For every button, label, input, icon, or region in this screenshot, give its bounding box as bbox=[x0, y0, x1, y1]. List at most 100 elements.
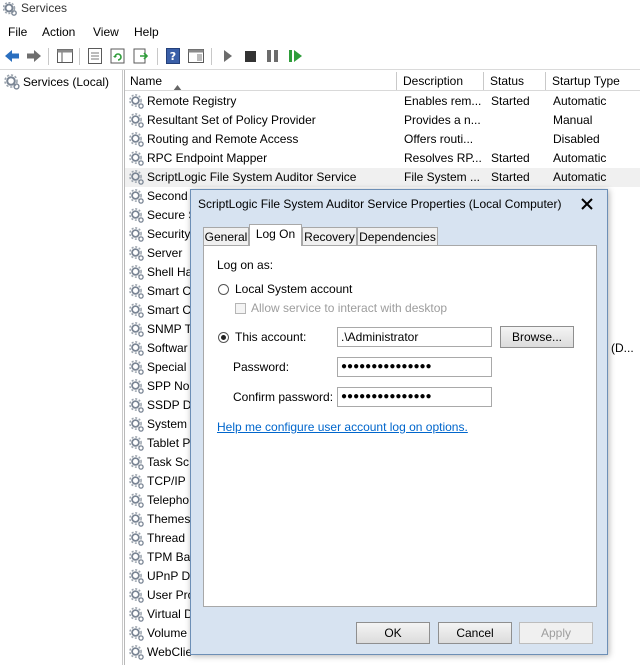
service-gear-icon bbox=[129, 208, 144, 223]
this-account-radio[interactable] bbox=[218, 332, 229, 343]
menu-view[interactable]: View bbox=[93, 25, 119, 39]
service-description-cell: Resolves RP... bbox=[404, 151, 482, 165]
console-pane-icon[interactable] bbox=[186, 45, 206, 67]
pause-service-icon[interactable] bbox=[262, 45, 282, 67]
menu-bar: File Action View Help bbox=[0, 22, 640, 42]
tab-recovery[interactable]: Recovery bbox=[302, 227, 357, 245]
service-gear-icon bbox=[129, 626, 144, 641]
service-startup-cell: Automatic bbox=[553, 94, 607, 108]
service-gear-icon bbox=[129, 569, 144, 584]
service-gear-icon bbox=[129, 379, 144, 394]
this-account-label[interactable]: This account: bbox=[235, 330, 306, 344]
account-name-input[interactable]: .\Administrator bbox=[337, 327, 492, 347]
service-name-cell: Softwar bbox=[147, 341, 188, 355]
service-gear-icon bbox=[129, 512, 144, 527]
allow-interact-label: Allow service to interact with desktop bbox=[251, 301, 448, 315]
local-system-label[interactable]: Local System account bbox=[235, 282, 352, 296]
show-hide-tree-icon[interactable] bbox=[55, 45, 75, 67]
tab-dependencies[interactable]: Dependencies bbox=[357, 227, 438, 245]
allow-interact-checkbox bbox=[235, 303, 246, 314]
apply-button[interactable]: Apply bbox=[519, 622, 593, 644]
menu-file[interactable]: File bbox=[8, 25, 27, 39]
log-on-panel: Log on as: Local System account Allow se… bbox=[203, 245, 597, 607]
service-name-cell: WebClie bbox=[147, 645, 193, 659]
service-name-cell: Routing and Remote Access bbox=[147, 132, 299, 146]
table-row[interactable]: ScriptLogic File System Auditor Service F… bbox=[125, 168, 640, 187]
service-startup-cell: Disabled bbox=[553, 132, 600, 146]
column-header-name[interactable]: Name bbox=[125, 72, 397, 91]
export-list-icon[interactable] bbox=[131, 45, 151, 67]
restart-service-icon[interactable] bbox=[285, 45, 305, 67]
forward-icon[interactable] bbox=[24, 45, 44, 67]
service-status-cell: Started bbox=[491, 94, 530, 108]
stop-service-icon[interactable] bbox=[240, 45, 260, 67]
help-configure-logon-link[interactable]: Help me configure user account log on op… bbox=[217, 420, 468, 434]
service-name-cell: Telepho bbox=[147, 493, 190, 507]
ok-button[interactable]: OK bbox=[356, 622, 430, 644]
table-row[interactable]: Routing and Remote Access Offers routi...… bbox=[125, 130, 640, 149]
service-name-cell: Tablet P bbox=[147, 436, 191, 450]
column-header-startup-type[interactable]: Startup Type bbox=[547, 72, 640, 90]
confirm-password-label: Confirm password: bbox=[233, 390, 334, 404]
service-description-cell: Offers routi... bbox=[404, 132, 474, 146]
properties-icon[interactable] bbox=[85, 45, 105, 67]
service-name-cell: Virtual D bbox=[147, 607, 193, 621]
service-gear-icon bbox=[129, 341, 144, 356]
service-gear-icon bbox=[129, 531, 144, 546]
help-icon[interactable]: ? bbox=[163, 45, 183, 67]
service-status-cell: Started bbox=[491, 151, 530, 165]
service-gear-icon bbox=[129, 322, 144, 337]
menu-help[interactable]: Help bbox=[134, 25, 159, 39]
service-gear-icon bbox=[129, 645, 144, 660]
service-gear-icon bbox=[129, 588, 144, 603]
service-startup-cell: Automatic bbox=[553, 151, 607, 165]
title-bar: Services bbox=[0, 0, 640, 18]
service-gear-icon bbox=[129, 550, 144, 565]
service-name-cell: RPC Endpoint Mapper bbox=[147, 151, 268, 165]
services-local-icon bbox=[4, 74, 20, 93]
service-gear-icon bbox=[129, 303, 144, 318]
service-name-cell: SPP No bbox=[147, 379, 190, 393]
service-gear-icon bbox=[129, 189, 144, 204]
cancel-button[interactable]: Cancel bbox=[438, 622, 512, 644]
service-gear-icon bbox=[129, 436, 144, 451]
password-input[interactable]: ●●●●●●●●●●●●●●● bbox=[337, 357, 492, 377]
table-row[interactable]: Resultant Set of Policy Provider Provides… bbox=[125, 111, 640, 130]
service-status-cell: Started bbox=[491, 170, 530, 184]
service-name-cell: UPnP D bbox=[147, 569, 191, 583]
confirm-password-input[interactable]: ●●●●●●●●●●●●●●● bbox=[337, 387, 492, 407]
service-gear-icon bbox=[129, 360, 144, 375]
service-gear-icon bbox=[129, 170, 144, 185]
service-gear-icon bbox=[129, 94, 144, 109]
back-icon[interactable] bbox=[2, 45, 22, 67]
service-gear-icon bbox=[129, 132, 144, 147]
service-description-cell: Enables rem... bbox=[404, 94, 482, 108]
tab-log-on[interactable]: Log On bbox=[249, 224, 302, 246]
service-gear-icon bbox=[129, 113, 144, 128]
refresh-icon[interactable] bbox=[108, 45, 128, 67]
service-name-cell: Resultant Set of Policy Provider bbox=[147, 113, 316, 127]
service-gear-icon bbox=[129, 246, 144, 261]
local-system-radio[interactable] bbox=[218, 284, 229, 295]
start-service-icon[interactable] bbox=[218, 45, 238, 67]
service-name-cell: Themes bbox=[147, 512, 191, 526]
tree-item-services-local[interactable]: Services (Local) bbox=[23, 75, 109, 89]
browse-button[interactable]: Browse... bbox=[500, 326, 574, 348]
service-gear-icon bbox=[129, 607, 144, 622]
column-header-description[interactable]: Description bbox=[398, 72, 484, 90]
svg-text:?: ? bbox=[170, 50, 176, 63]
service-description-cell: Provides a n... bbox=[404, 113, 481, 127]
table-row[interactable]: Remote Registry Enables rem... Started Auto… bbox=[125, 92, 640, 111]
service-description-cell: File System ... bbox=[404, 170, 481, 184]
dialog-title: ScriptLogic File System Auditor Service … bbox=[198, 197, 562, 211]
service-startup-cell: Manual bbox=[553, 113, 593, 127]
menu-action[interactable]: Action bbox=[42, 25, 75, 39]
window-title: Services bbox=[21, 1, 68, 15]
service-name-cell: SNMP T bbox=[147, 322, 192, 336]
column-header-status[interactable]: Status bbox=[485, 72, 546, 90]
service-name-cell: System bbox=[147, 417, 188, 431]
close-icon[interactable] bbox=[575, 193, 599, 215]
tab-general[interactable]: General bbox=[203, 227, 249, 245]
table-row[interactable]: RPC Endpoint Mapper Resolves RP... Started… bbox=[125, 149, 640, 168]
service-gear-icon bbox=[129, 151, 144, 166]
